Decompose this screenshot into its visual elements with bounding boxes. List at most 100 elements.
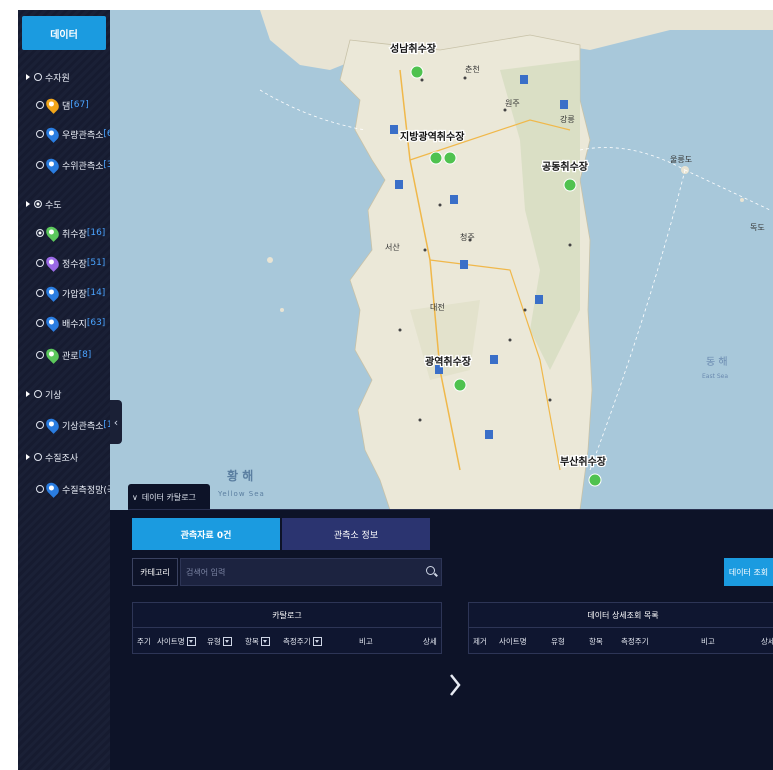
map-label-2: 지방광역취수장	[400, 130, 465, 143]
sea-label-en: Yellow Sea	[217, 490, 265, 498]
radio-button[interactable]	[36, 289, 44, 297]
chevron-right-icon[interactable]	[448, 672, 462, 698]
map-pin-icon	[43, 346, 62, 364]
tree-item[interactable]: 배수지 [63]	[36, 314, 105, 332]
tree-label: 기상관측소	[62, 421, 104, 432]
tree-label: 기상	[45, 390, 62, 401]
map-canvas: 춘천 원주 강릉 서산 대전 청주 울릉도 독도 성남취수장 지방광역취수장 공…	[217, 10, 773, 510]
tree-group[interactable]: 기상	[26, 385, 62, 403]
tree-item[interactable]: 정수장 [51]	[36, 254, 105, 272]
map-pin-icon	[43, 125, 62, 143]
sidebar: 데이터 수자원댐[67]우량관측소[624]수위관측소[382]수도취수장[16…	[18, 10, 157, 770]
col-note: 비고	[359, 636, 373, 646]
tree-label: 수위관측소	[62, 161, 104, 172]
map-label-5: 부산취수장	[560, 455, 607, 468]
col-item[interactable]: 항목	[245, 628, 270, 654]
sea-label: 황 해	[227, 468, 253, 483]
catalog-panel: 관측자료 0건 관측소 정보 카테고리 검색어 입력 데이터 조회 카탈로그 주…	[128, 509, 773, 770]
category-button[interactable]: 카테고리	[132, 558, 178, 586]
search-placeholder: 검색어 입력	[186, 567, 226, 577]
svg-text:춘천: 춘천	[465, 64, 480, 74]
svg-text:강릉: 강릉	[560, 114, 575, 124]
search-icon[interactable]	[426, 566, 435, 575]
radio-button[interactable]	[34, 390, 42, 398]
search-input[interactable]: 검색어 입력	[180, 558, 442, 586]
catalog-table-title: 카탈로그	[132, 602, 442, 628]
col-site-name[interactable]: 사이트명	[157, 628, 196, 654]
tree-item[interactable]: 댐 [67]	[36, 96, 89, 114]
app-frame: 데이터 수자원댐[67]우량관측소[624]수위관측소[382]수도취수장[16…	[18, 10, 773, 770]
detail-table-header: 제거 사이트명 유형 항목 측정주기 비고 상세	[468, 628, 773, 654]
radio-button[interactable]	[36, 485, 44, 493]
data-button[interactable]: 데이터	[22, 16, 106, 50]
tree-group[interactable]: 수자원	[26, 68, 70, 86]
tree-count: [51]	[86, 258, 106, 268]
col-site-name: 사이트명	[499, 636, 527, 646]
filter-dropdown-icon[interactable]	[312, 636, 322, 646]
map-pin-icon	[43, 480, 62, 498]
radio-button[interactable]	[36, 319, 44, 327]
filter-dropdown-icon[interactable]	[186, 636, 196, 646]
tree-item[interactable]: 가압장 [14]	[36, 284, 105, 302]
tree-label: 관로	[62, 351, 79, 362]
tree-label: 수도	[45, 200, 62, 211]
caret-right-icon[interactable]	[26, 201, 30, 207]
filter-dropdown-icon[interactable]	[222, 636, 232, 646]
col-item-label: 항목	[245, 636, 259, 646]
tab-observation-data[interactable]: 관측자료 0건	[132, 518, 280, 550]
radio-button[interactable]	[36, 421, 44, 429]
radio-button[interactable]	[36, 351, 44, 359]
radio-button[interactable]	[34, 453, 42, 461]
radio-button[interactable]	[36, 161, 44, 169]
tree-label: 우량관측소	[62, 130, 104, 141]
map-view[interactable]: 춘천 원주 강릉 서산 대전 청주 울릉도 독도 성남취수장 지방광역취수장 공…	[110, 10, 773, 510]
map-pin-icon	[43, 254, 62, 272]
chevron-down-icon: ∨	[132, 492, 138, 502]
east-sea-label: 동 해	[706, 355, 728, 368]
tree-count: [67]	[70, 100, 89, 110]
caret-right-icon[interactable]	[26, 391, 30, 397]
col-type: 유형	[551, 636, 565, 646]
map-pin-icon	[43, 224, 62, 242]
tree-label: 배수지	[62, 319, 87, 330]
map-pin-icon	[43, 416, 62, 434]
tree-label: 댐	[62, 101, 71, 112]
data-query-button[interactable]: 데이터 조회	[724, 558, 773, 586]
filter-dropdown-icon[interactable]	[260, 636, 270, 646]
radio-button[interactable]	[34, 73, 42, 81]
radio-button[interactable]	[36, 130, 44, 138]
map-label-1: 성남취수장	[390, 42, 437, 55]
tree-count: [16]	[86, 228, 106, 238]
svg-text:독도: 독도	[750, 223, 765, 232]
col-detail: 상세	[761, 636, 773, 646]
col-detail: 상세	[423, 636, 437, 646]
catalog-panel-toggle[interactable]: ∨ 데이터 카탈로그	[128, 484, 210, 510]
map-pin-icon	[43, 156, 62, 174]
col-type-label: 유형	[207, 636, 221, 646]
col-note: 비고	[701, 636, 715, 646]
tree-item[interactable]: 관로 [8]	[36, 346, 91, 364]
tree-item[interactable]: 취수장 [16]	[36, 224, 105, 242]
col-period[interactable]: 측정주기	[283, 628, 322, 654]
col-period-label: 측정주기	[283, 636, 311, 646]
sidebar-collapse-toggle[interactable]: ‹	[110, 400, 122, 444]
detail-table-title: 데이터 상세조회 목록	[468, 602, 773, 628]
tree-group[interactable]: 수도	[26, 195, 62, 213]
map-pin-icon	[43, 314, 62, 332]
col-type[interactable]: 유형	[207, 628, 232, 654]
svg-text:원주: 원주	[505, 99, 520, 108]
caret-right-icon[interactable]	[26, 74, 30, 80]
tab-station-info[interactable]: 관측소 정보	[282, 518, 430, 550]
radio-button[interactable]	[36, 229, 44, 237]
radio-button[interactable]	[36, 101, 44, 109]
map-label-3: 공동취수장	[542, 160, 589, 173]
tree-group[interactable]: 수질조사	[26, 448, 78, 466]
radio-button[interactable]	[36, 259, 44, 267]
caret-right-icon[interactable]	[26, 454, 30, 460]
svg-text:울릉도: 울릉도	[670, 155, 692, 164]
tree-count: [8]	[78, 350, 92, 360]
radio-button[interactable]	[34, 200, 42, 208]
map-pin-icon	[43, 96, 62, 114]
tree-label: 정수장	[62, 259, 87, 270]
svg-text:대전: 대전	[430, 302, 445, 312]
